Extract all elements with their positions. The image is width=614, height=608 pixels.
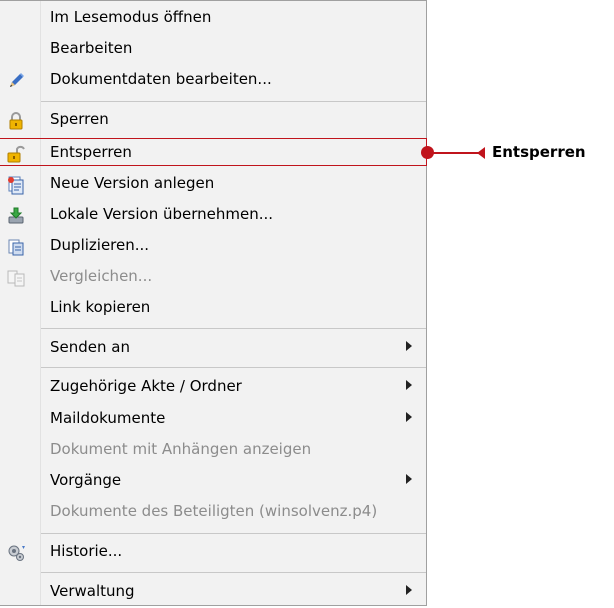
menu-item-label: Sperren [50,110,109,128]
callout-arrow-icon [477,147,485,159]
menu-item-history[interactable]: Historie... [0,537,426,568]
menu-item-send-to[interactable]: Senden an [0,333,426,364]
menu-item-participant-documents: Dokumente des Beteiligten (winsolvenz.p4… [0,497,426,528]
duplicate-icon [6,237,26,257]
menu-item-new-version[interactable]: Neue Version anlegen [0,169,426,200]
menu-item-label: Maildokumente [50,409,166,427]
context-menu: Im Lesemodus öffnen Bearbeiten Dokumentd… [0,0,427,606]
menu-item-compare: Vergleichen... [0,262,426,293]
menu-item-label: Bearbeiten [50,39,133,57]
menu-item-unlock[interactable]: Entsperren [0,138,426,169]
menu-separator [41,328,426,329]
menu-item-show-with-attachments: Dokument mit Anhängen anzeigen [0,435,426,466]
menu-item-label: Dokument mit Anhängen anzeigen [50,440,312,458]
menu-separator [41,533,426,534]
menu-item-label: Link kopieren [50,298,151,316]
compare-icon [6,268,26,288]
menu-item-administration[interactable]: Verwaltung [0,577,426,608]
menu-item-label: Entsperren [50,143,132,161]
menu-separator [41,101,426,102]
menu-item-duplicate[interactable]: Duplizieren... [0,231,426,262]
menu-item-edit[interactable]: Bearbeiten [0,34,426,65]
pencil-icon [6,71,26,91]
submenu-arrow-icon [406,474,412,484]
menu-item-label: Neue Version anlegen [50,174,215,192]
callout-line [427,152,483,154]
menu-item-label: Im Lesemodus öffnen [50,8,212,26]
menu-item-related-file-folder[interactable]: Zugehörige Akte / Ordner [0,372,426,403]
menu-item-label: Lokale Version übernehmen... [50,205,274,223]
menu-item-label: Dokumente des Beteiligten (winsolvenz.p4… [50,502,378,520]
unlock-icon [6,144,26,164]
menu-item-edit-document-data[interactable]: Dokumentdaten bearbeiten... [0,65,426,96]
submenu-arrow-icon [406,380,412,390]
new-version-icon [6,175,26,195]
menu-item-open-reading-mode[interactable]: Im Lesemodus öffnen [0,3,426,34]
menu-item-label: Historie... [50,542,123,560]
submenu-arrow-icon [406,412,412,422]
menu-item-label: Verwaltung [50,582,135,600]
submenu-arrow-icon [406,341,412,351]
menu-item-label: Senden an [50,338,130,356]
callout-dot [421,146,434,159]
menu-item-processes[interactable]: Vorgänge [0,466,426,497]
menu-item-label: Vorgänge [50,471,122,489]
menu-separator [41,367,426,368]
menu-item-label: Dokumentdaten bearbeiten... [50,70,272,88]
menu-item-lock[interactable]: Sperren [0,105,426,136]
menu-item-label: Duplizieren... [50,236,150,254]
menu-item-take-local-version[interactable]: Lokale Version übernehmen... [0,200,426,231]
menu-item-label: Zugehörige Akte / Ordner [50,377,242,395]
history-icon [6,543,26,563]
menu-item-mail-documents[interactable]: Maildokumente [0,404,426,435]
callout-label: Entsperren [492,143,586,161]
submenu-arrow-icon [406,585,412,595]
menu-item-copy-link[interactable]: Link kopieren [0,293,426,324]
import-icon [6,206,26,226]
menu-item-label: Vergleichen... [50,267,153,285]
menu-separator [41,572,426,573]
lock-icon [6,111,26,131]
